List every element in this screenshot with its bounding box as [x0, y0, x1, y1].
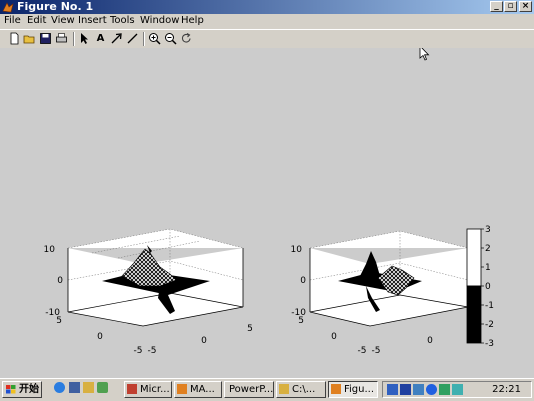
- system-tray: 22:21: [382, 381, 532, 398]
- task-label: MA...: [190, 384, 215, 395]
- toolbar-separator: [143, 32, 145, 46]
- close-button[interactable]: ×: [519, 1, 532, 12]
- save-icon[interactable]: [39, 32, 52, 45]
- zoom-in-icon[interactable]: [148, 32, 161, 45]
- maximize-button[interactable]: ▫: [504, 1, 517, 12]
- colorbar-tick-label: 0: [485, 282, 491, 292]
- toolbar-separator: [73, 32, 75, 46]
- task-word[interactable]: Micr...: [124, 381, 172, 398]
- text-tool-icon[interactable]: A: [94, 32, 107, 45]
- surface-plot-right: 10 0 -10 5 0 -5 -5 0 5: [291, 230, 473, 356]
- colorbar-tick-label: 3: [485, 225, 491, 235]
- print-icon[interactable]: [55, 32, 68, 45]
- task-powerpoint[interactable]: PowerP...: [224, 381, 274, 398]
- open-file-icon[interactable]: [23, 32, 36, 45]
- y-tick-label: -5: [134, 346, 143, 356]
- zoom-out-icon[interactable]: [164, 32, 177, 45]
- x-tick-label: -5: [372, 346, 381, 356]
- window-title: Figure No. 1: [17, 0, 94, 13]
- menu-file[interactable]: File: [4, 15, 21, 26]
- figure-canvas: 10 0 -10 5 0 -5 -5 0 5 10 0 -10 5 0 -5 -…: [0, 45, 534, 378]
- tray-icon[interactable]: [452, 384, 463, 395]
- figure-toolbar: A: [0, 29, 534, 49]
- colorbar-tick-label: 1: [485, 263, 491, 273]
- tray-icon[interactable]: [439, 384, 450, 395]
- z-tick-label: 0: [57, 276, 63, 286]
- task-label: C:\...: [292, 384, 316, 395]
- menu-edit[interactable]: Edit: [27, 15, 46, 26]
- title-bar: Figure No. 1 _ ▫ ×: [0, 0, 534, 14]
- figure-plots: 10 0 -10 5 0 -5 -5 0 5 10 0 -10 5 0 -5 -…: [44, 45, 494, 356]
- matlab-icon: [177, 384, 187, 394]
- rotate-3d-icon[interactable]: [180, 32, 193, 45]
- desktop-icon[interactable]: [69, 382, 80, 393]
- y-tick-label: -5: [358, 346, 367, 356]
- tray-icon[interactable]: [426, 384, 437, 395]
- z-tick-label: 0: [300, 276, 306, 286]
- task-label: Figu...: [344, 384, 375, 395]
- y-tick-label: 0: [97, 332, 103, 342]
- task-matlab[interactable]: MA...: [174, 381, 222, 398]
- start-label: 开始: [19, 384, 39, 395]
- tray-icon[interactable]: [387, 384, 398, 395]
- select-arrow-icon[interactable]: [78, 32, 91, 45]
- line-tool-icon[interactable]: [126, 32, 139, 45]
- colorbar-tick-label: -2: [485, 320, 494, 330]
- colorbar: 3 2 1 0 -1 -2 -3: [466, 225, 494, 349]
- task-figure[interactable]: Figu...: [328, 381, 378, 398]
- x-tick-label: 0: [201, 336, 207, 346]
- x-tick-label: 0: [427, 336, 433, 346]
- windows-flag-icon: [6, 385, 16, 394]
- x-tick-label: 5: [247, 324, 253, 334]
- y-tick-label: 0: [331, 332, 337, 342]
- new-figure-icon[interactable]: [8, 32, 21, 45]
- figure-icon: [331, 384, 341, 394]
- word-icon: [127, 384, 137, 394]
- menu-view[interactable]: View: [51, 15, 75, 26]
- colorbar-tick-label: -3: [485, 339, 494, 349]
- ie-icon[interactable]: [54, 382, 65, 393]
- windows-taskbar: 开始 Micr... MA... PowerP... C:\... Figu..…: [0, 378, 534, 401]
- folder-icon[interactable]: [83, 382, 94, 393]
- clock: 22:21: [492, 384, 521, 395]
- menu-help[interactable]: Help: [181, 15, 204, 26]
- z-tick-label: 10: [44, 245, 56, 255]
- minimize-button[interactable]: _: [490, 1, 503, 12]
- mouse-cursor-icon: [419, 45, 430, 61]
- menu-tools[interactable]: Tools: [110, 15, 135, 26]
- task-explorer[interactable]: C:\...: [276, 381, 326, 398]
- colorbar-tick-label: -1: [485, 301, 494, 311]
- folder-icon: [279, 384, 289, 394]
- x-tick-label: -5: [148, 346, 157, 356]
- arrow-tool-icon[interactable]: [110, 32, 123, 45]
- matlab-logo-icon: [2, 2, 14, 13]
- y-tick-label: 5: [298, 316, 304, 326]
- menu-bar: File Edit View Insert Tools Window Help: [0, 14, 534, 28]
- start-button[interactable]: 开始: [2, 381, 42, 398]
- menu-insert[interactable]: Insert: [78, 15, 107, 26]
- tray-icon[interactable]: [413, 384, 424, 395]
- colorbar-tick-label: 2: [485, 244, 491, 254]
- task-label: PowerP...: [229, 384, 274, 395]
- y-tick-label: 5: [56, 316, 62, 326]
- media-icon[interactable]: [97, 382, 108, 393]
- tray-icon[interactable]: [400, 384, 411, 395]
- task-label: Micr...: [140, 384, 170, 395]
- menu-window[interactable]: Window: [140, 15, 179, 26]
- z-tick-label: 10: [291, 245, 303, 255]
- surface-plot-left: 10 0 -10 5 0 -5 -5 0 5: [44, 228, 253, 356]
